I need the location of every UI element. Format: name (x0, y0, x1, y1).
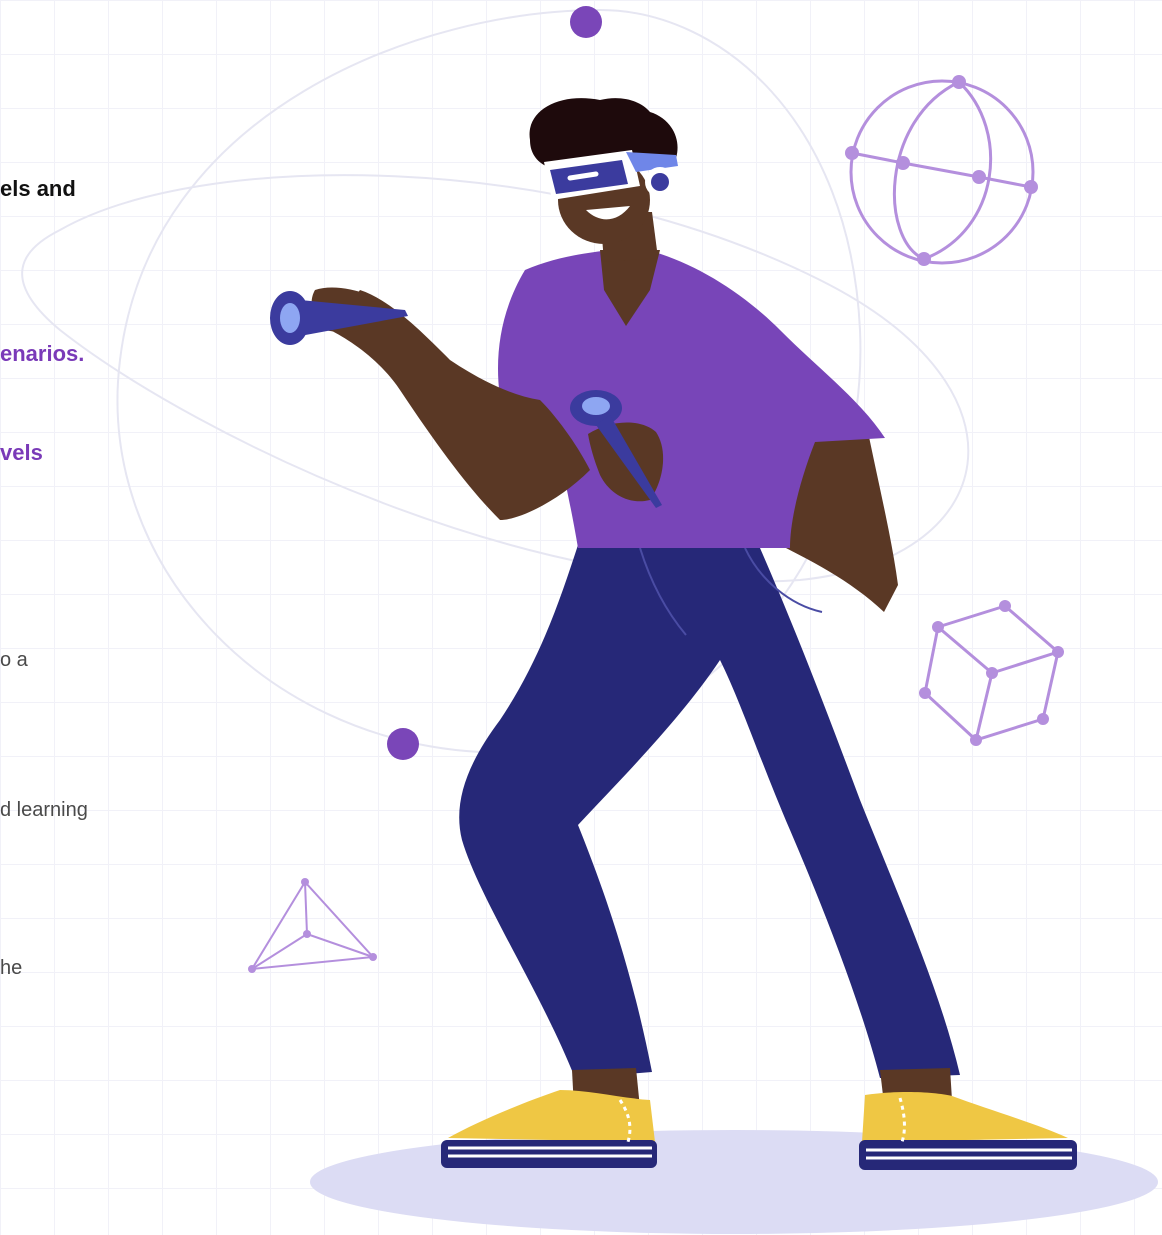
wireframe-sphere-icon (845, 75, 1038, 266)
orbit-dot-top (570, 6, 602, 38)
wireframe-cube-icon (919, 600, 1064, 746)
left-shoe (441, 1090, 657, 1168)
pants (459, 545, 960, 1078)
orbit-dot-bottom (387, 728, 419, 760)
wireframe-pyramid-icon (248, 878, 377, 973)
vr-person-figure (270, 98, 1077, 1170)
vr-illustration (21, 6, 1158, 1234)
right-shoe (859, 1092, 1077, 1170)
